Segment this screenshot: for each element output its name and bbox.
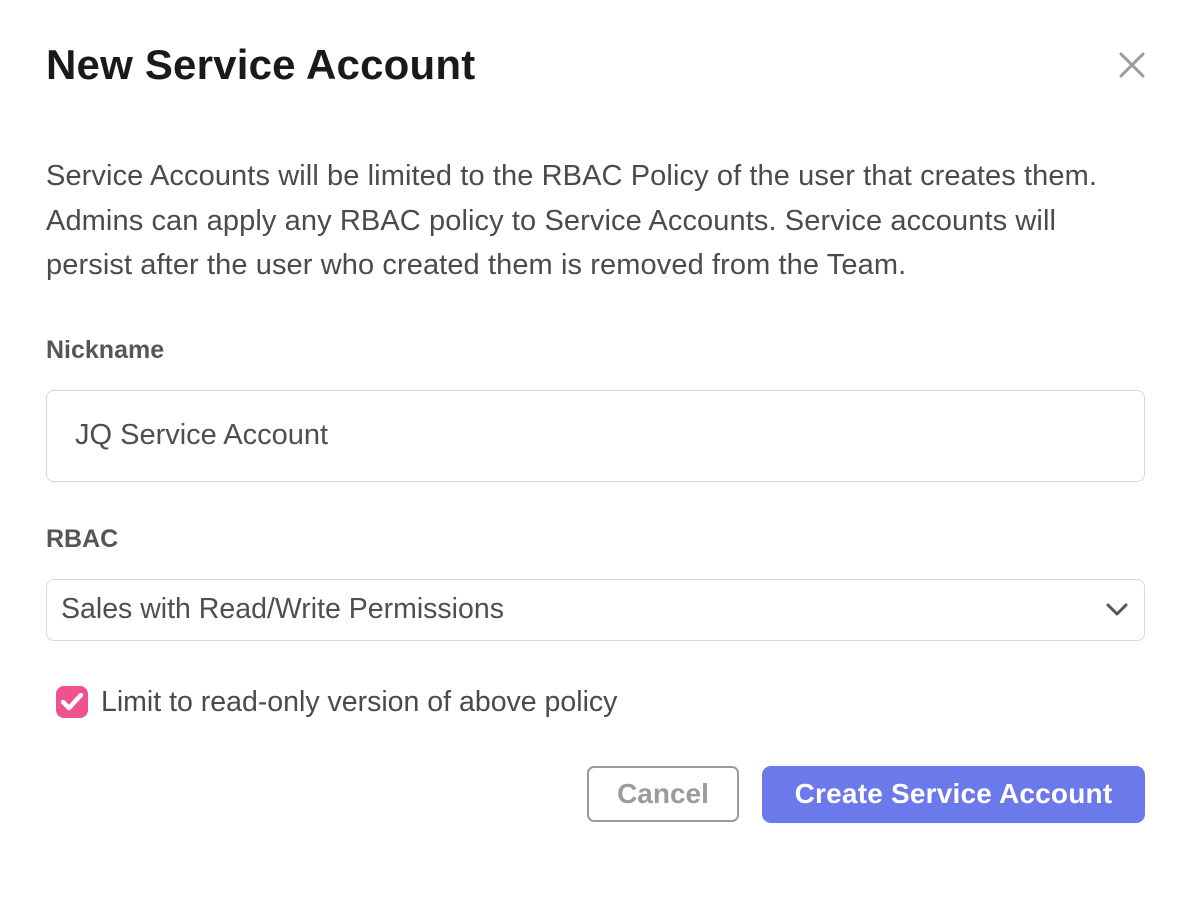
checkmark-icon [61,693,83,711]
cancel-button[interactable]: Cancel [587,766,739,822]
new-service-account-modal: New Service Account Service Accounts wil… [0,0,1190,904]
readonly-checkbox[interactable] [56,686,88,718]
modal-description: Service Accounts will be limited to the … [46,154,1150,288]
modal-title: New Service Account [46,42,1145,88]
modal-footer: Cancel Create Service Account [46,766,1145,823]
chevron-down-icon [1106,603,1128,617]
nickname-input[interactable] [46,390,1145,482]
close-icon [1118,51,1146,79]
rbac-select[interactable]: Sales with Read/Write Permissions [46,579,1145,641]
rbac-label: RBAC [46,525,1145,554]
close-button[interactable] [1115,48,1149,82]
readonly-checkbox-label: Limit to read-only version of above poli… [101,686,617,719]
create-service-account-button[interactable]: Create Service Account [762,766,1145,823]
nickname-label: Nickname [46,336,1145,365]
rbac-selected-value: Sales with Read/Write Permissions [61,593,504,626]
readonly-checkbox-row[interactable]: Limit to read-only version of above poli… [56,686,1145,719]
